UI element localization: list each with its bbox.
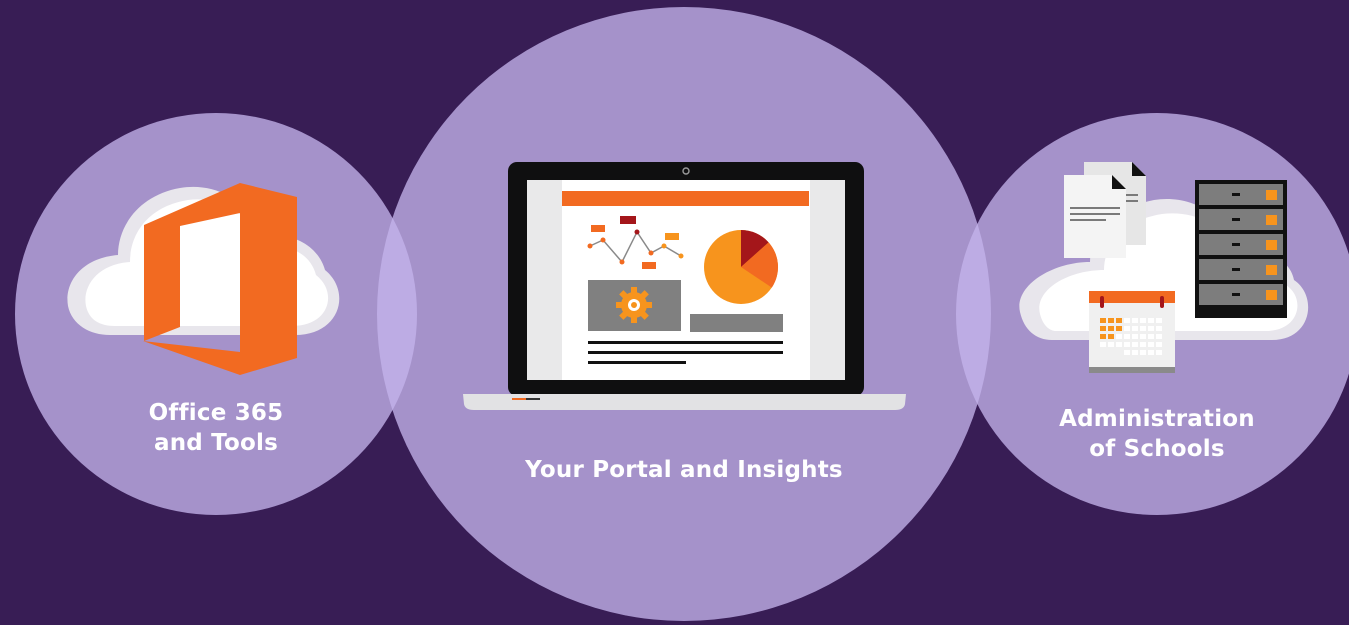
pie-chart-icon bbox=[704, 230, 779, 304]
laptop-icon bbox=[463, 162, 906, 410]
hero-graphic: Office 365 and Tools Your Portal and Ins… bbox=[0, 0, 1349, 625]
office-label: Office 365 and Tools bbox=[76, 398, 356, 458]
office-label-line1: Office 365 bbox=[148, 400, 284, 426]
portal-label: Your Portal and Insights bbox=[443, 455, 925, 485]
admin-label-line1: Administration bbox=[1059, 406, 1255, 432]
admin-label-line2: of Schools bbox=[1089, 436, 1225, 462]
gear-icon bbox=[616, 287, 652, 323]
illustrations bbox=[67, 162, 1309, 410]
calendar-icon bbox=[1089, 291, 1175, 373]
office-label-line2: and Tools bbox=[154, 430, 278, 456]
admin-label: Administration of Schools bbox=[1016, 404, 1298, 464]
server-rack-icon bbox=[1195, 180, 1287, 318]
portal-label-line1: Your Portal and Insights bbox=[525, 457, 843, 483]
document-icon bbox=[1064, 175, 1126, 258]
dashboard-header-bar bbox=[562, 191, 809, 206]
